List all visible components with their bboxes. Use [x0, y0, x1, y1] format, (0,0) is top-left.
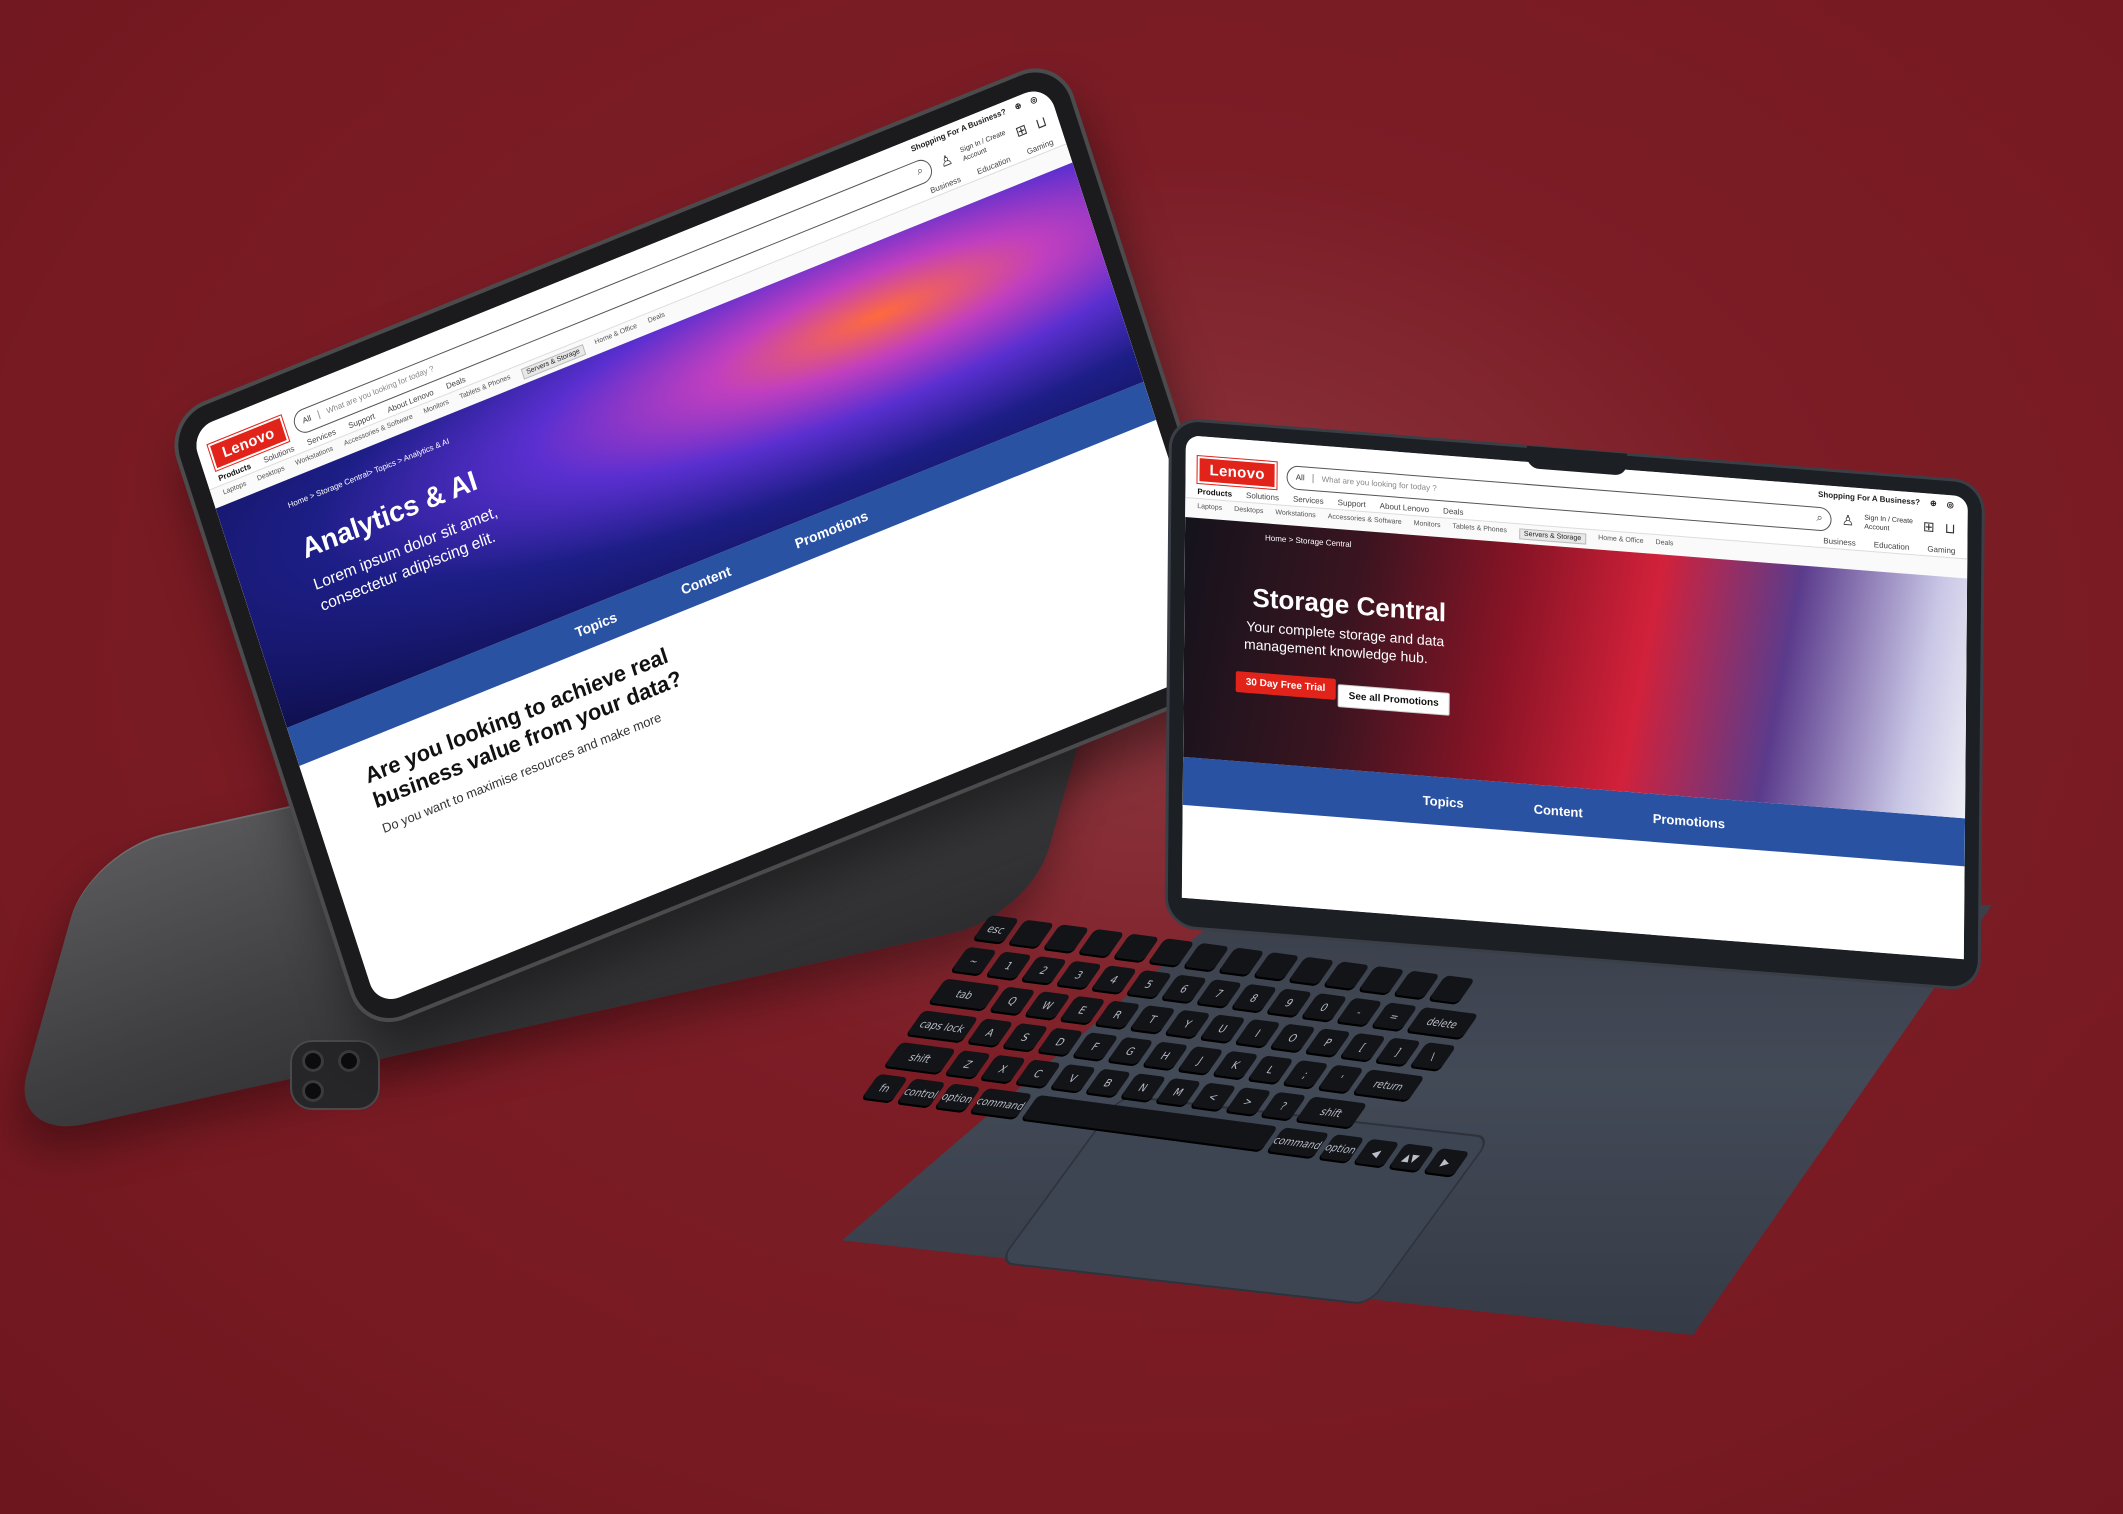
laptop-website: Shopping For A Business? ⊕ ◎ Lenovo All … [1181, 435, 1968, 960]
menu-products[interactable]: Products [1197, 487, 1232, 499]
keyboard-key[interactable]: shift [1294, 1096, 1368, 1130]
tablet-device: Shopping For A Business? ⊕ ◎ Lenovo All … [168, 60, 1257, 1031]
search-scope[interactable]: All [1295, 472, 1314, 484]
free-trial-button[interactable]: 30 Day Free Trial [1235, 671, 1336, 700]
tab-content[interactable]: Content [679, 563, 733, 598]
cat-laptops[interactable]: Laptops [1197, 503, 1222, 516]
gift-icon[interactable]: ⊞ [1013, 120, 1029, 141]
tab-topics[interactable]: Topics [573, 609, 619, 641]
cart-icon[interactable]: ⊔ [1033, 113, 1048, 133]
search-scope[interactable]: All [301, 410, 321, 426]
tablet-camera [290, 1040, 380, 1110]
keyboard-key[interactable]: delete [1405, 1006, 1479, 1041]
help-icon[interactable]: ◎ [1029, 94, 1038, 105]
breadcrumb[interactable]: Home > Storage Central [1265, 533, 1352, 549]
gift-icon[interactable]: ⊞ [1923, 518, 1935, 536]
keyboard-key[interactable]: return [1351, 1069, 1425, 1103]
cat-home-office[interactable]: Home & Office [1598, 535, 1643, 550]
search-icon[interactable]: ⌕ [1816, 512, 1822, 525]
help-icon[interactable]: ◎ [1947, 499, 1954, 509]
tab-topics[interactable]: Topics [1423, 792, 1464, 810]
tablet-website: Shopping For A Business? ⊕ ◎ Lenovo All … [190, 84, 1235, 1007]
cat-accessories[interactable]: Accessories & Software [1328, 513, 1402, 530]
search-icon[interactable]: ⌕ [915, 164, 925, 179]
cat-tablets[interactable]: Tablets & Phones [1452, 523, 1507, 538]
tab-content[interactable]: Content [1534, 801, 1583, 820]
tab-promotions[interactable]: Promotions [1653, 810, 1725, 831]
user-icon[interactable]: ♙ [938, 151, 955, 172]
user-icon[interactable]: ♙ [1842, 512, 1855, 530]
menu-support[interactable]: Support [1338, 498, 1366, 509]
cat-deals[interactable]: Deals [1655, 539, 1674, 551]
menu-services[interactable]: Services [1293, 495, 1324, 506]
cat-desktops[interactable]: Desktops [1234, 506, 1263, 519]
cat-monitors[interactable]: Monitors [1414, 520, 1441, 533]
laptop-screen: Shopping For A Business? ⊕ ◎ Lenovo All … [1181, 435, 1968, 960]
segment-gaming[interactable]: Gaming [1927, 544, 1955, 555]
cat-workstations[interactable]: Workstations [1275, 509, 1315, 523]
segment-education[interactable]: Education [1874, 540, 1910, 552]
see-promotions-button[interactable]: See all Promotions [1337, 684, 1450, 716]
tablet-screen: Shopping For A Business? ⊕ ◎ Lenovo All … [190, 84, 1235, 1007]
lenovo-logo[interactable]: Lenovo [1196, 454, 1278, 491]
menu-solutions[interactable]: Solutions [1246, 491, 1279, 503]
account-link[interactable]: Sign In / Create Account [1864, 513, 1913, 535]
globe-icon[interactable]: ⊕ [1930, 498, 1937, 508]
search-placeholder: What are you looking for today ? [1321, 474, 1437, 493]
camera-lens [302, 1080, 324, 1102]
camera-lens [338, 1050, 360, 1072]
globe-icon[interactable]: ⊕ [1013, 100, 1022, 111]
cart-icon[interactable]: ⊔ [1945, 520, 1956, 538]
keyboard-key[interactable]: caps lock [905, 1010, 979, 1044]
segment-business[interactable]: Business [1823, 536, 1856, 548]
keyboard-key[interactable]: shift [882, 1042, 957, 1076]
menu-deals[interactable]: Deals [1443, 506, 1464, 517]
cat-deals[interactable]: Deals [647, 311, 667, 328]
cat-servers[interactable]: Servers & Storage [1518, 528, 1587, 545]
camera-lens [302, 1050, 324, 1072]
keyboard-key[interactable]: tab [927, 978, 1001, 1012]
laptop-lid: Shopping For A Business? ⊕ ◎ Lenovo All … [1167, 420, 1982, 989]
